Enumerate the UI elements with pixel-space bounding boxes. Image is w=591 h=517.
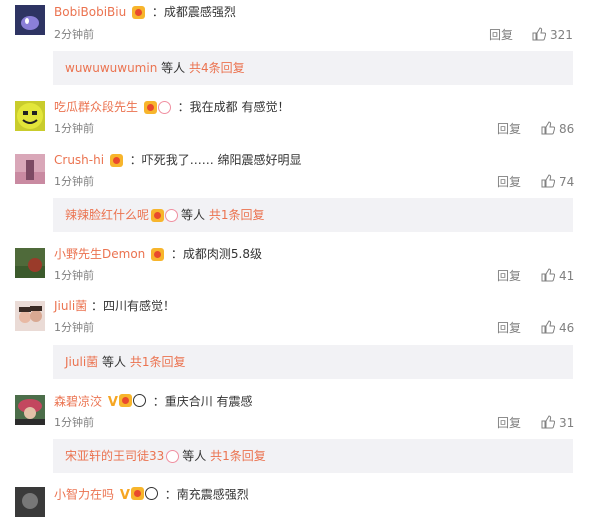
comment-username[interactable]: Jiuli菌 xyxy=(54,299,87,313)
thumbs-up-icon xyxy=(541,121,555,135)
reply-count-link[interactable]: 共1条回复 xyxy=(130,355,186,369)
reply-button[interactable]: 回复 xyxy=(497,174,521,190)
comment-text: ：南充震感强烈 xyxy=(164,487,249,502)
member-badge-icon xyxy=(130,487,144,500)
comment-username[interactable]: 吃瓜群众段先生 xyxy=(54,100,138,114)
member-badge-icon xyxy=(151,247,165,261)
fan-badge-icon xyxy=(166,449,180,463)
reply-summary-box[interactable]: 辣辣脸红什么呢 等人 共1条回复 xyxy=(53,198,573,232)
reply-summary-box[interactable]: Jiuli菌 等人 共1条回复 xyxy=(53,345,573,379)
like-count: 321 xyxy=(550,28,573,42)
comment-username[interactable]: BobiBobiBiu xyxy=(54,5,126,19)
member-badge-icon xyxy=(151,208,165,222)
comment-username[interactable]: Crush-hi xyxy=(54,153,104,167)
like-button[interactable]: 31 xyxy=(541,415,574,431)
comment-time: 1分钟前 xyxy=(54,416,94,429)
reply-summary-box[interactable]: 宋亚轩的王司徒33 等人 共1条回复 xyxy=(53,439,573,473)
like-count: 41 xyxy=(559,269,575,283)
reply-count-link[interactable]: 共4条回复 xyxy=(189,61,245,75)
reply-button[interactable]: 回复 xyxy=(497,268,521,284)
thumbs-up-icon xyxy=(541,268,555,282)
reply-button[interactable]: 回复 xyxy=(497,320,521,336)
like-count: 74 xyxy=(559,175,575,189)
reply-button[interactable]: 回复 xyxy=(489,27,513,43)
panda-badge-icon xyxy=(144,487,158,500)
reply-count-link[interactable]: 共1条回复 xyxy=(209,208,265,222)
like-button[interactable]: 74 xyxy=(541,174,574,190)
comment-text: ：吓死我了…… 绵阳震感好明显 xyxy=(129,153,302,167)
reply-summary-box[interactable]: wuwuwuwumin 等人 共4条回复 xyxy=(53,51,573,85)
member-badge-icon xyxy=(109,153,123,167)
reply-mid: 等人 xyxy=(181,208,206,222)
verified-v-icon: V xyxy=(119,488,130,503)
comment-text: ：重庆合川 有震感 xyxy=(152,394,253,409)
comment-time: 1分钟前 xyxy=(54,122,94,135)
panda-badge-icon xyxy=(132,394,146,407)
reply-user[interactable]: 辣辣脸红什么呢 xyxy=(65,208,149,222)
comment-text: ：四川有感觉！ xyxy=(90,299,175,313)
reply-mid: 等人 xyxy=(101,355,126,369)
like-button[interactable]: 46 xyxy=(541,320,574,336)
like-button[interactable]: 321 xyxy=(532,27,573,43)
reply-user[interactable]: 宋亚轩的王司徒33 xyxy=(65,449,164,463)
avatar[interactable] xyxy=(15,248,45,278)
reply-mid: 等人 xyxy=(182,449,207,463)
comment-time: 1分钟前 xyxy=(54,175,94,188)
comment-username[interactable]: 小智力在吗 xyxy=(54,488,114,502)
fan-badge-icon xyxy=(165,208,179,222)
fan-badge-icon xyxy=(157,100,171,114)
thumbs-up-icon xyxy=(541,320,555,334)
comment-username[interactable]: 小野先生Demon xyxy=(54,247,145,261)
avatar[interactable] xyxy=(15,301,45,331)
comment-text: ：我在成都 有感觉！ xyxy=(177,100,290,114)
reply-button[interactable]: 回复 xyxy=(497,121,521,137)
comment-time: 1分钟前 xyxy=(54,321,94,334)
comment-text: ：成都震感强烈 xyxy=(151,5,236,19)
avatar[interactable] xyxy=(15,487,45,517)
thumbs-up-icon xyxy=(532,27,546,41)
member-badge-icon xyxy=(118,394,132,407)
avatar[interactable] xyxy=(15,395,45,425)
avatar[interactable] xyxy=(15,5,45,35)
reply-user[interactable]: Jiuli菌 xyxy=(65,355,98,369)
comment-text: ：成都肉测5.8级 xyxy=(170,247,263,261)
reply-user[interactable]: wuwuwuwumin xyxy=(65,61,157,75)
verified-v-icon: V xyxy=(107,395,118,410)
thumbs-up-icon xyxy=(541,174,555,188)
reply-mid: 等人 xyxy=(161,61,186,75)
reply-count-link[interactable]: 共1条回复 xyxy=(210,449,266,463)
avatar[interactable] xyxy=(15,154,45,184)
like-button[interactable]: 86 xyxy=(541,121,574,137)
like-button[interactable]: 41 xyxy=(541,268,574,284)
member-badge-icon xyxy=(143,100,157,114)
comment-username[interactable]: 森碧凉洨 xyxy=(54,395,102,409)
like-count: 46 xyxy=(559,321,575,335)
avatar[interactable] xyxy=(15,101,45,131)
reply-button[interactable]: 回复 xyxy=(497,415,521,431)
thumbs-up-icon xyxy=(541,415,555,429)
member-badge-icon xyxy=(132,5,146,19)
comment-time: 2分钟前 xyxy=(54,28,94,41)
comment-time: 1分钟前 xyxy=(54,269,94,282)
like-count: 86 xyxy=(559,122,575,136)
like-count: 31 xyxy=(559,416,575,430)
